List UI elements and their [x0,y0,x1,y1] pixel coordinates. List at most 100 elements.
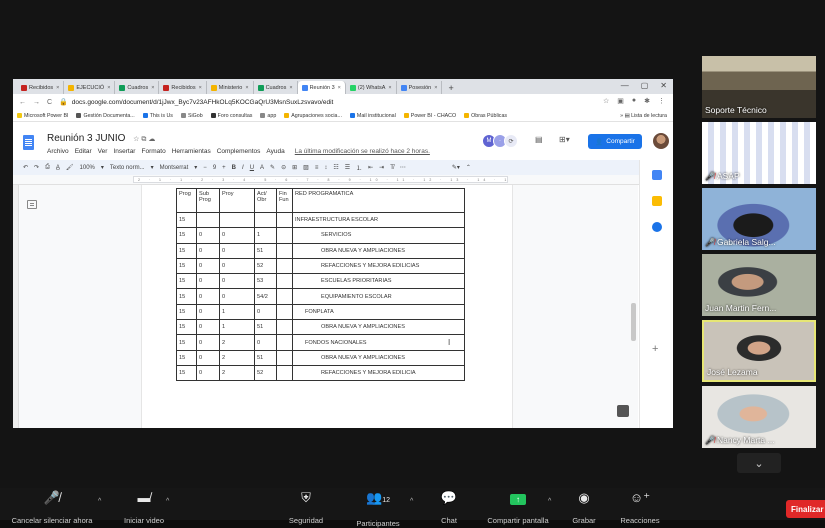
ruler[interactable]: 2 · 1 · 1 · 2 · 3 · 4 · 5 · 6 · 7 · 8 · … [13,175,673,185]
maximize-icon[interactable]: ▢ [641,81,649,90]
document-outline-icon[interactable] [27,200,37,209]
browser-tab[interactable]: Recibidos × [159,81,207,94]
browser-tab[interactable]: Cuadros × [254,81,298,94]
participant-tile[interactable]: 🎤̸ ASAP [702,122,816,184]
explore-icon[interactable] [617,405,629,417]
italic-icon[interactable]: I [242,165,244,171]
participant-tile[interactable]: Soporte Técnico [702,56,816,118]
menu-item-insertar[interactable]: Insertar [113,148,135,155]
table-cell[interactable]: 0 [196,319,220,336]
bookmark-item[interactable]: Power BI - CHACO [403,113,456,119]
reload-icon[interactable]: C [47,99,52,106]
browser-tab[interactable]: Ministerio × [207,81,254,94]
table-cell[interactable]: 2 [219,349,255,366]
bookmark-item[interactable]: Microsoft Power BI [17,113,68,119]
more-icon[interactable]: ⋯ [400,164,406,171]
close-tab-icon[interactable]: × [56,85,59,91]
reading-list-link[interactable]: » ▤ Lista de lectura [620,113,667,119]
browser-tab[interactable]: Reunión 3 × [297,81,346,94]
indent-increase-icon[interactable]: ⇥ [379,164,384,171]
close-icon[interactable]: ✕ [660,81,667,90]
table-cell[interactable] [276,364,293,382]
participants-button[interactable]: 👥12 Participantes [348,490,408,528]
line-spacing-icon[interactable]: ↕ [324,165,327,171]
table-cell[interactable]: 2 [219,334,255,351]
table-cell[interactable]: 0 [196,334,220,351]
close-tab-icon[interactable]: × [151,85,154,91]
edit-mode-icon[interactable]: ✎▾ [452,164,460,171]
browser-tab[interactable]: EJECUCIÓ × [64,81,116,94]
underline-icon[interactable]: U [250,165,254,171]
table-cell[interactable]: 2 [219,364,255,382]
decrease-size-icon[interactable]: − [203,165,207,171]
text-color-icon[interactable]: A [260,165,264,171]
bullet-list-icon[interactable]: ☰ [345,164,350,171]
document-scrollbar[interactable] [631,303,636,341]
extension-icon[interactable]: ▣ [617,97,624,105]
table-cell[interactable]: OBRA NUEVA Y AMPLIACIONES [292,242,465,259]
align-icon[interactable]: ≡ [315,165,319,171]
browser-tab[interactable]: (2) WhatsA × [346,81,397,94]
bookmark-item[interactable]: app [260,113,276,119]
table-cell[interactable]: 15 [176,303,197,321]
table-cell[interactable]: 52 [254,257,277,275]
increase-size-icon[interactable]: + [222,165,226,171]
table-cell[interactable] [276,303,293,321]
font-select[interactable]: Montserrat [160,165,189,171]
table-cell[interactable]: 51 [254,349,277,366]
new-tab-button[interactable]: + [442,81,459,94]
table-cell[interactable]: 15 [176,211,197,229]
redo-icon[interactable]: ↷ [34,164,39,171]
back-icon[interactable]: ← [19,99,26,106]
zoom-select[interactable]: 100% [80,165,95,171]
menu-item-herramientas[interactable]: Herramientas [172,148,211,155]
indent-decrease-icon[interactable]: ⇤ [368,164,373,171]
table-cell[interactable]: 0 [219,257,255,275]
table-cell[interactable]: EQUIPAMIENTO ESCOLAR [292,288,465,305]
browser-tab[interactable]: Recibidos × [17,81,65,94]
table-cell[interactable]: 15 [176,364,197,382]
bookmark-item[interactable]: SiGob [180,113,203,119]
table-cell[interactable]: OBRA NUEVA Y AMPLIACIONES [292,319,465,336]
table-cell[interactable]: 15 [176,349,197,366]
bookmark-item[interactable]: Gestión Documenta... [76,113,135,119]
table-cell[interactable]: 1 [219,319,255,336]
docs-logo-icon[interactable] [23,135,34,150]
table-cell[interactable]: 0 [196,364,220,382]
tasks-icon[interactable] [652,222,662,232]
chevron-down-icon[interactable]: ⌄ [737,453,781,473]
menu-item-ver[interactable]: Ver [98,148,108,155]
menu-item-formato[interactable]: Formato [141,148,165,155]
checklist-icon[interactable]: ☷ [333,164,338,171]
collapse-icon[interactable]: ⌃ [466,164,471,171]
table-cell[interactable]: 1 [219,303,255,321]
style-select[interactable]: Texto norm... [110,165,145,171]
table-cell[interactable]: 0 [254,303,277,321]
table-cell[interactable]: 0 [196,273,220,290]
browser-tab[interactable]: Posesión × [397,81,443,94]
browser-tab[interactable]: Cuadros × [115,81,160,94]
participant-tile[interactable]: José Lezama [702,320,816,382]
star-move-cloud-icons[interactable]: ☆ ⧉ ☁ [133,136,155,143]
table-cell[interactable]: FONPLATA [292,303,465,321]
bold-icon[interactable]: B [232,165,236,171]
forward-icon[interactable]: → [33,99,40,106]
chevron-up-icon[interactable]: ^ [98,498,101,505]
table-cell[interactable]: 0 [219,242,255,259]
add-addon-icon[interactable]: + [652,343,658,355]
table-cell[interactable]: 51 [254,319,277,336]
table-cell[interactable]: FONDOS NACIONALES [292,334,465,351]
table-cell[interactable] [276,211,293,229]
table-cell[interactable]: ESCUELAS PRIORITARIAS [292,273,465,290]
menu-item-editar[interactable]: Editar [75,148,92,155]
table-cell[interactable]: 0 [219,288,255,305]
close-tab-icon[interactable]: × [199,85,202,91]
table-cell[interactable]: 15 [176,242,197,259]
document-page[interactable]: Prog Sub Prog Proy Act/ Obr Fin Fun RED … [141,185,513,428]
table-cell[interactable]: 15 [176,227,197,244]
table-cell[interactable]: 0 [219,273,255,290]
close-tab-icon[interactable]: × [434,85,437,91]
menu-item-complementos[interactable]: Complementos [217,148,261,155]
star-icon[interactable]: ☆ [603,97,609,105]
table-cell[interactable] [276,319,293,336]
